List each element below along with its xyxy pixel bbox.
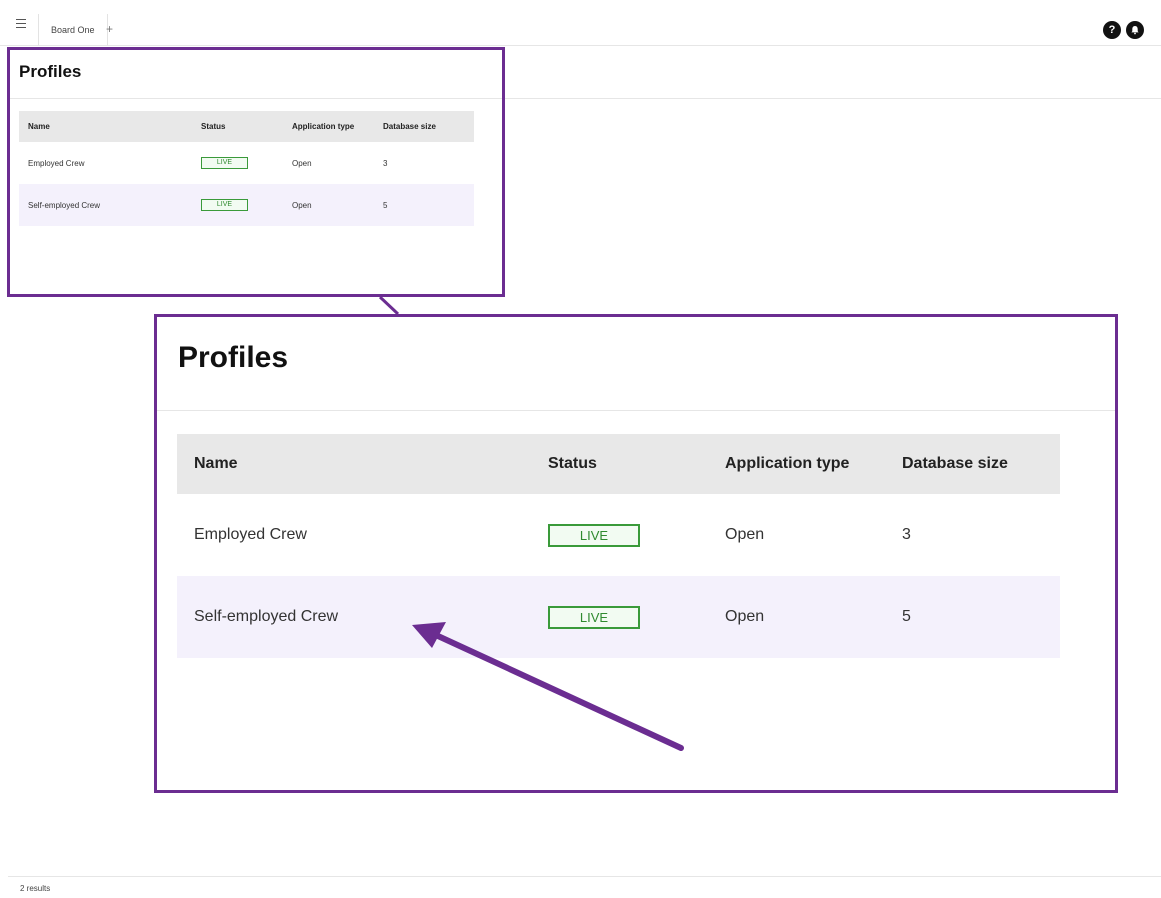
- tab-board-one[interactable]: Board One: [38, 14, 108, 46]
- tab-label: Board One: [51, 25, 95, 35]
- profile-name[interactable]: Employed Crew: [19, 159, 201, 168]
- table-header: Name Status Application type Database si…: [19, 111, 474, 142]
- application-type: Open: [292, 158, 312, 168]
- zoomed-status-badge: LIVE: [548, 523, 640, 547]
- zoomed-profile-name: Self-employed Crew: [194, 608, 339, 625]
- zoomed-profiles-table: Name Status Application type Database si…: [177, 434, 1060, 658]
- bell-icon[interactable]: [1126, 21, 1144, 39]
- zoomed-application-type: Open: [725, 608, 765, 625]
- zoomed-status-cell: LIVE: [548, 605, 725, 629]
- profile-name[interactable]: Self-employed Crew: [19, 201, 201, 210]
- footer-divider: [8, 876, 1161, 877]
- zoomed-database-size: 5: [902, 608, 911, 625]
- page-title: Profiles: [19, 62, 82, 81]
- column-header-application-type[interactable]: Application type: [292, 122, 383, 131]
- header-divider: [8, 98, 1161, 99]
- zoomed-page-title: Profiles: [178, 341, 289, 374]
- zoomed-column-header-application-type: Application type: [725, 455, 850, 472]
- results-count: 2 results: [20, 884, 51, 893]
- zoomed-column-header-name: Name: [194, 455, 238, 472]
- add-tab-button[interactable]: +: [106, 22, 113, 36]
- status-cell: LIVE: [201, 157, 292, 169]
- database-size: 5: [383, 200, 388, 210]
- zoomed-profile-name: Employed Crew: [194, 526, 307, 543]
- table-row[interactable]: Employed Crew LIVE Open 3: [19, 142, 474, 184]
- zoomed-application-type: Open: [725, 526, 765, 543]
- help-icon[interactable]: ?: [1103, 21, 1121, 39]
- zoomed-column-header-database-size: Database size: [902, 455, 1008, 472]
- zoomed-status-badge: LIVE: [548, 605, 640, 629]
- profiles-table: Name Status Application type Database si…: [19, 111, 474, 226]
- zoomed-column-header-status: Status: [548, 455, 597, 472]
- column-header-name[interactable]: Name: [19, 122, 201, 131]
- column-header-database-size[interactable]: Database size: [383, 122, 474, 131]
- zoomed-database-size: 3: [902, 526, 911, 543]
- table-row[interactable]: Self-employed Crew LIVE Open 5: [19, 184, 474, 226]
- zoomed-table-row: Self-employed Crew LIVE Open 5: [177, 576, 1060, 658]
- top-bar: Board One + ?: [0, 0, 1161, 46]
- status-badge: LIVE: [201, 157, 248, 169]
- application-type: Open: [292, 200, 312, 210]
- zoomed-header-divider: [157, 410, 1115, 411]
- column-header-status[interactable]: Status: [201, 122, 292, 131]
- database-size: 3: [383, 158, 388, 168]
- zoomed-table-row: Employed Crew LIVE Open 3: [177, 494, 1060, 576]
- zoomed-status-cell: LIVE: [548, 523, 725, 547]
- zoomed-callout: Profiles Name Status Application type Da…: [154, 314, 1118, 793]
- menu-icon[interactable]: [10, 14, 32, 32]
- status-cell: LIVE: [201, 199, 292, 211]
- zoomed-table-header: Name Status Application type Database si…: [177, 434, 1060, 494]
- status-badge: LIVE: [201, 199, 248, 211]
